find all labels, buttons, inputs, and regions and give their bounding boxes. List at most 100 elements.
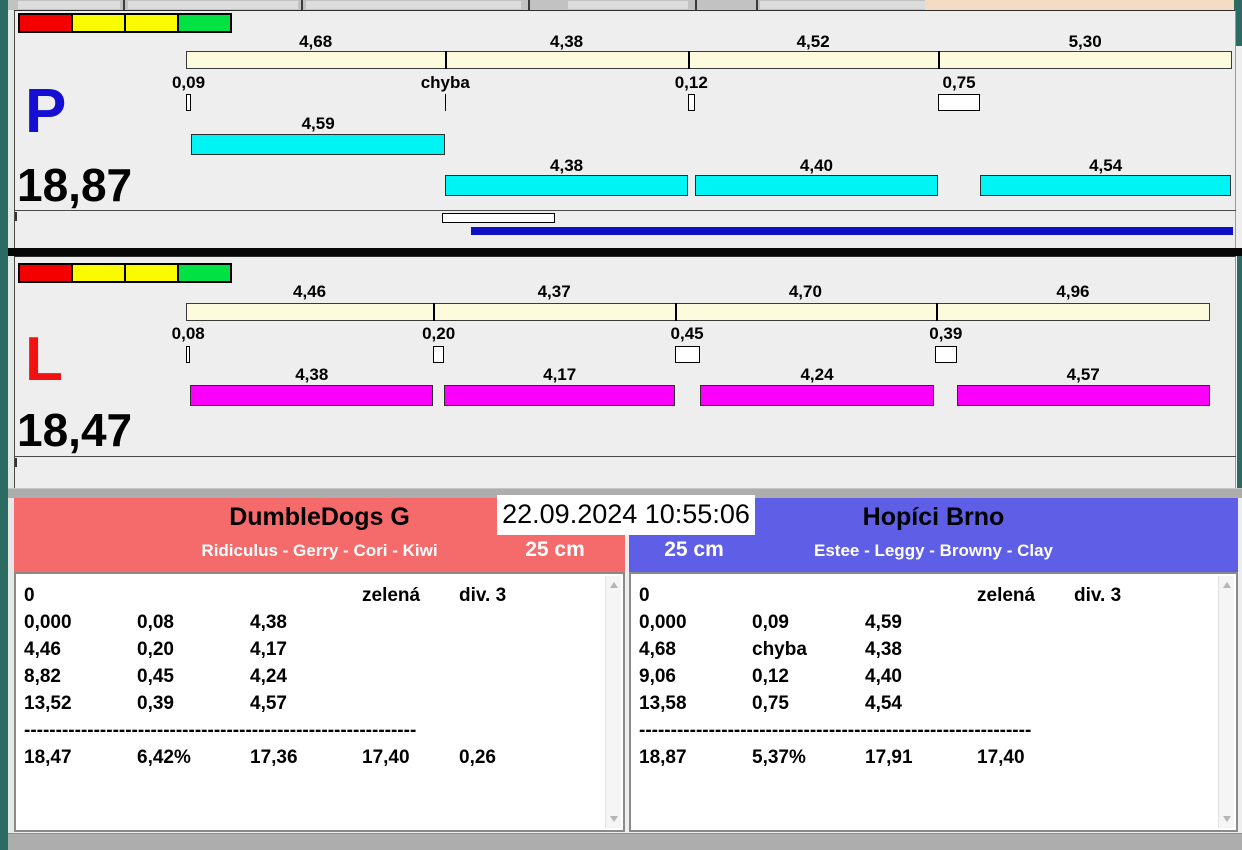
change-time-label: 0,12: [674, 73, 708, 92]
scroll-down-icon[interactable]: [610, 816, 618, 822]
scroll-down-icon[interactable]: [1223, 816, 1231, 822]
log-cell: [977, 636, 1074, 663]
log-row: 13,52 0,39 4,57: [24, 690, 601, 717]
change-time-label: 0,08: [171, 324, 205, 343]
log-cell: 0,20: [137, 639, 174, 660]
timing-panel-l: L 18,47 4,46 4,37 4,70 4,96 0,08 0,20 0,45 0,39…: [14, 256, 1236, 488]
dog-run-label: 4,38: [550, 156, 584, 175]
log-cell: 4,59: [865, 612, 902, 633]
split-divider: [687, 51, 690, 69]
log-cell: [459, 663, 601, 690]
lane-letter-l: L: [25, 325, 63, 394]
log-row: 9,06 0,12 4,40: [639, 663, 1214, 690]
log-cell: [865, 582, 977, 609]
start-lights: [18, 263, 232, 283]
dog-run-bar: [444, 385, 676, 406]
dog-run-label: 4,54: [1089, 156, 1123, 175]
scroll-up-icon[interactable]: [1223, 582, 1231, 588]
dog-run-label: 4,59: [301, 114, 335, 133]
green-light: [177, 263, 232, 283]
datetime-display: 22.09.2024 10:55:06: [497, 495, 755, 535]
log-totals-row: 18,47 6,42% 17,36 17,40 0,26: [24, 744, 601, 771]
split-time-bar: [186, 51, 1232, 69]
scrollbar[interactable]: [1218, 576, 1234, 828]
log-cell: [459, 636, 601, 663]
log-cell: 0,000: [24, 612, 72, 633]
log-cell: 4,68: [639, 639, 676, 660]
split-time-label: 4,46: [292, 282, 327, 301]
log-row: 4,68 chyba 4,38: [639, 636, 1214, 663]
background-window-segment: [306, 1, 521, 9]
height-class-right: 25 cm: [664, 538, 724, 561]
change-time-label: 0,75: [942, 73, 976, 92]
log-cell: 17,40: [362, 747, 410, 768]
dog-run-bar: [956, 385, 1210, 406]
log-cell: 0: [639, 585, 650, 606]
log-row: 8,82 0,45 4,24: [24, 663, 601, 690]
background-window-tick: [528, 0, 530, 10]
lane-total-time-l: 18,47: [17, 404, 133, 456]
scrollbar[interactable]: [605, 576, 621, 828]
split-time-label: 4,68: [299, 32, 333, 51]
log-cell: zelená: [362, 585, 421, 606]
dog-run-bar: [979, 175, 1232, 196]
result-log-left-text: 0 zelená div. 3 0,000 0,08 4,38 4,46 0,20 4,17 8,…: [24, 582, 601, 826]
log-cell: 17,36: [250, 747, 298, 768]
change-time-box: [674, 346, 700, 363]
log-header-row: 0 zelená div. 3: [24, 582, 601, 609]
green-light: [177, 13, 232, 33]
log-separator: ----------------------------------------…: [24, 717, 601, 744]
log-cell: chyba: [752, 639, 807, 660]
dog-run-label: 4,38: [295, 365, 329, 384]
dog-run-bar: [445, 175, 688, 196]
running-dog-progress-bar: [471, 227, 1233, 235]
log-cell: [1074, 636, 1214, 663]
log-cell: 13,58: [639, 693, 687, 714]
background-window-segment: [128, 1, 298, 9]
log-row: 0,000 0,08 4,38: [24, 609, 601, 636]
log-cell: 4,17: [250, 639, 287, 660]
log-cell: [362, 690, 459, 717]
yellow-light: [124, 13, 179, 33]
change-time-box: [687, 94, 695, 111]
lane-divider: [8, 248, 1242, 256]
dog-run-bar: [190, 385, 434, 406]
result-log-left: 0 zelená div. 3 0,000 0,08 4,38 4,46 0,20 4,17 8,…: [14, 572, 625, 832]
log-cell: 18,47: [24, 747, 72, 768]
log-cell: 9,06: [639, 666, 676, 687]
split-time-bar: [186, 303, 1211, 321]
log-cell: 13,52: [24, 693, 72, 714]
log-cell: 0: [24, 585, 35, 606]
split-time-label: 4,52: [796, 32, 830, 51]
change-error-label: chyba: [420, 73, 470, 92]
log-cell: 4,24: [250, 666, 287, 687]
log-cell: [1074, 663, 1214, 690]
substrip-tick: [15, 458, 17, 467]
background-window-tick: [123, 0, 125, 10]
log-cell: 4,38: [865, 639, 902, 660]
change-time-box: [186, 346, 191, 363]
split-time-label: 4,70: [788, 282, 822, 301]
log-row: 0,000 0,09 4,59: [639, 609, 1214, 636]
log-separator-dashes: ----------------------------------------…: [24, 720, 417, 741]
log-cell: [362, 609, 459, 636]
dog-run-label: 4,40: [799, 156, 833, 175]
log-cell: [362, 636, 459, 663]
background-window-tick: [695, 0, 697, 10]
log-cell: [1074, 744, 1214, 771]
split-time-label: 5,30: [1068, 32, 1102, 51]
log-separator: ----------------------------------------…: [639, 717, 1214, 744]
log-cell: 6,42%: [137, 747, 191, 768]
change-time-label: 0,20: [422, 324, 456, 343]
log-cell: 17,40: [977, 747, 1025, 768]
log-header-row: 0 zelená div. 3: [639, 582, 1214, 609]
split-divider: [935, 303, 938, 321]
log-totals-row: 18,87 5,37% 17,91 17,40: [639, 744, 1214, 771]
log-cell: [362, 663, 459, 690]
log-separator-dashes: ----------------------------------------…: [639, 720, 1032, 741]
change-error-tick: [445, 94, 447, 111]
scroll-up-icon[interactable]: [610, 582, 618, 588]
log-cell: [752, 582, 865, 609]
change-time-box: [433, 346, 445, 363]
dog-run-label: 4,24: [800, 365, 834, 384]
